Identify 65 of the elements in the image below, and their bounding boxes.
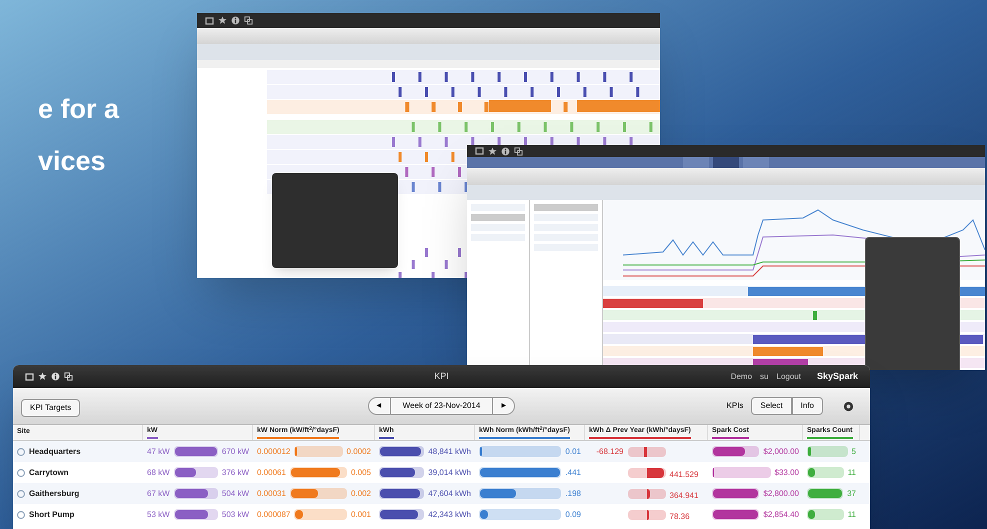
settings-icon[interactable] <box>843 400 854 412</box>
copy-icon[interactable] <box>514 146 523 156</box>
star-icon[interactable] <box>38 372 47 381</box>
menu-link[interactable]: su <box>760 370 768 382</box>
site-name[interactable]: Headquarters <box>29 446 81 458</box>
headline-text: vices <box>38 145 106 178</box>
cell-value: 0.005 <box>350 466 371 478</box>
window-icon[interactable] <box>475 147 484 155</box>
site-name[interactable]: Carrytown <box>29 466 69 478</box>
cell-value: .441 <box>565 466 581 478</box>
info-icon[interactable] <box>51 372 60 381</box>
star-icon[interactable] <box>488 146 497 156</box>
cell-value: 441.529 <box>670 470 698 478</box>
window-icon[interactable] <box>25 372 34 380</box>
cell-value: 670 kW <box>222 446 249 458</box>
cell-value: 0.00031 <box>257 488 286 500</box>
cell-value: 504 kW <box>222 488 249 500</box>
site-name[interactable]: Gaithersburg <box>29 488 80 500</box>
cell-value: 0.0002 <box>346 446 371 458</box>
info-icon[interactable] <box>501 146 510 156</box>
cell-value: 364.941 <box>670 490 698 500</box>
cell-value: .198 <box>565 488 581 500</box>
headline-text: e for a <box>38 93 120 126</box>
site-name[interactable]: Short Pump <box>29 508 74 520</box>
kpis-label: KPIs <box>726 400 744 412</box>
cell-value: 47,604 kWh <box>428 488 471 500</box>
week-selector[interactable]: Week of 23-Nov-2014 <box>390 397 492 415</box>
cell-value: 0.09 <box>565 508 581 520</box>
cell-value: 11 <box>848 508 856 520</box>
brand-name: SkySpark <box>816 370 858 383</box>
cell-value: 11 <box>848 466 856 478</box>
kpi-targets-button[interactable]: KPI Targets <box>21 399 80 417</box>
cell-value: 503 kW <box>222 508 249 520</box>
cell-value: -68.129 <box>596 446 624 458</box>
menu-link[interactable]: Demo <box>730 370 752 382</box>
cell-value: $2,854.40 <box>763 508 799 520</box>
cell-value: 48,841 kWh <box>428 446 471 458</box>
cell-value: 5 <box>852 446 856 458</box>
cell-value: 78.36 <box>670 512 690 520</box>
copy-icon[interactable] <box>244 16 253 25</box>
info-icon[interactable] <box>231 16 240 25</box>
cell-value: 53 kW <box>147 508 170 520</box>
cell-value: $33.00 <box>774 466 799 478</box>
cell-value: 37 <box>847 488 856 500</box>
copy-icon[interactable] <box>64 372 73 381</box>
window-icon[interactable] <box>205 16 214 24</box>
cell-value: 0.000087 <box>257 508 290 520</box>
cell-value: 47 kW <box>147 446 170 458</box>
cell-value: 376 kW <box>222 466 249 478</box>
cell-value: 42,343 kWh <box>428 508 471 520</box>
cell-value: 0.002 <box>350 488 371 500</box>
cell-value: $2,800.00 <box>763 488 799 500</box>
cell-value: 67 kW <box>147 488 170 500</box>
cell-value: $2,000.00 <box>763 446 799 458</box>
cell-value: 68 kW <box>147 466 170 478</box>
cell-value: 0.01 <box>565 446 581 458</box>
star-icon[interactable] <box>218 16 227 25</box>
cell-value: 0.001 <box>350 508 371 520</box>
menu-link[interactable]: Logout <box>776 370 801 382</box>
cell-value: 0.00061 <box>257 466 286 478</box>
cell-value: 0.000012 <box>257 446 290 458</box>
window-title: KPI <box>434 370 449 383</box>
toolbar-button[interactable]: Info <box>792 397 823 415</box>
cell-value: 39,014 kWh <box>428 466 471 478</box>
toolbar-button[interactable]: Select <box>751 397 792 415</box>
